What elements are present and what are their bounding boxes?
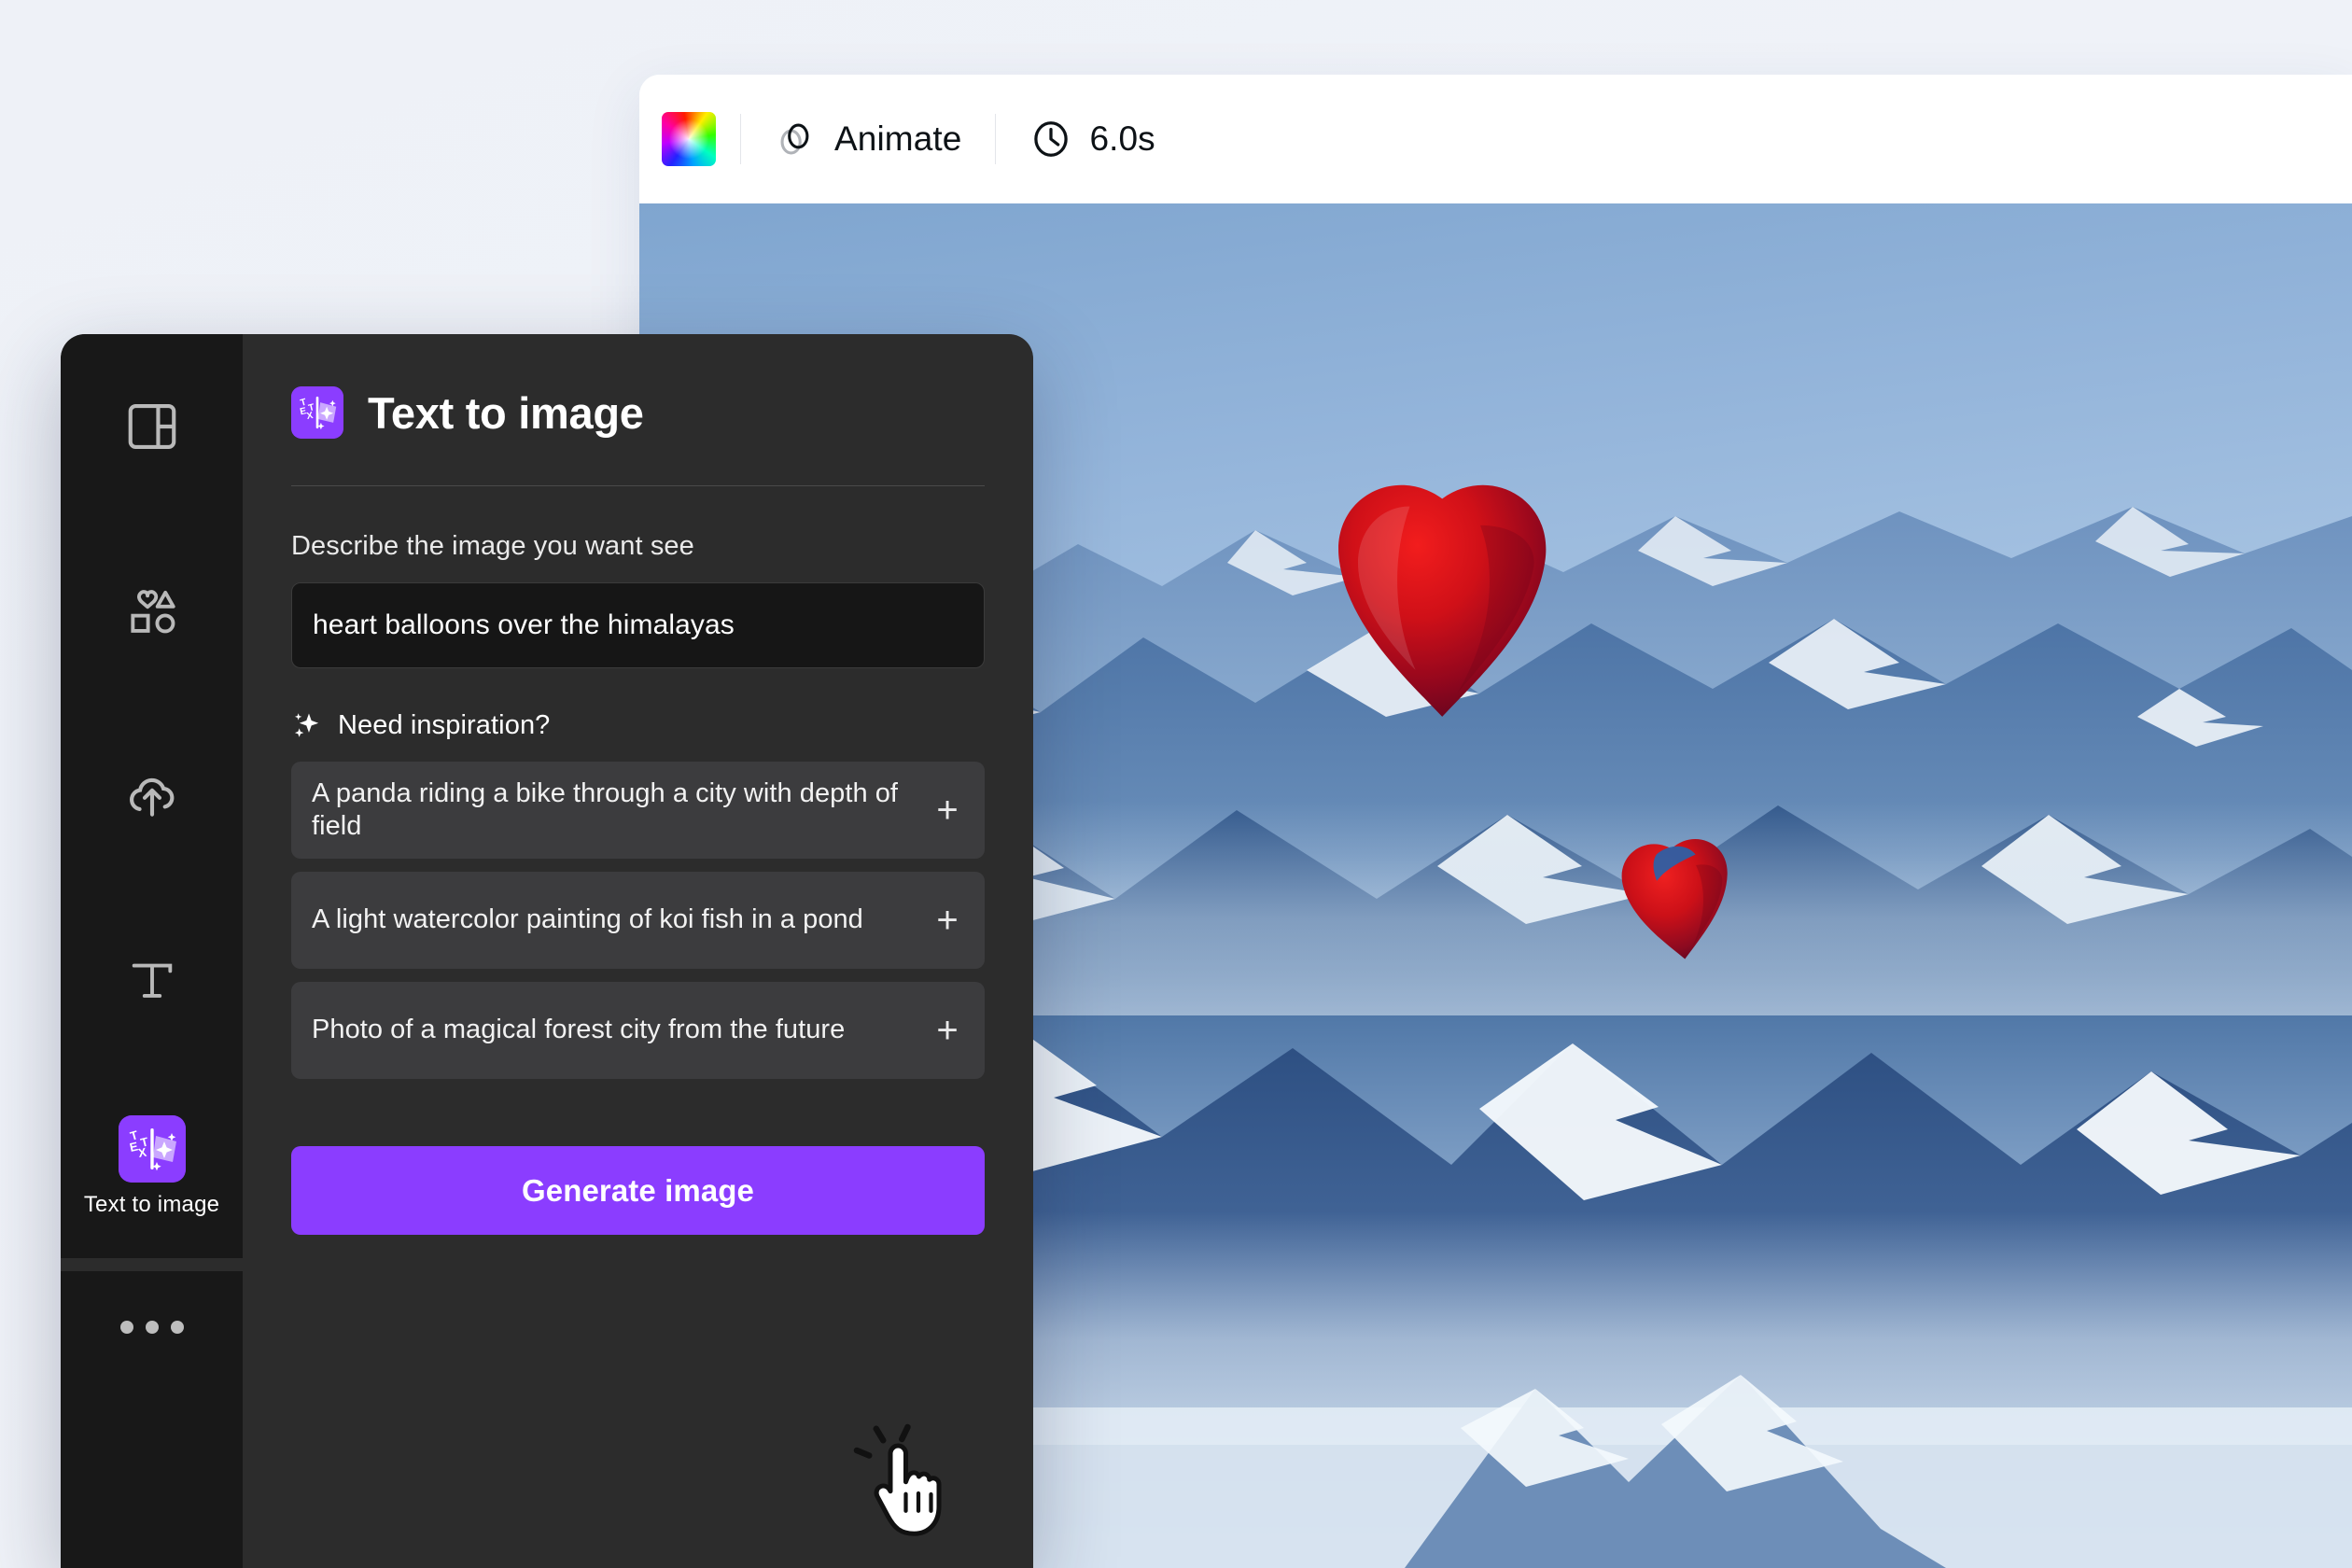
sidebar-divider bbox=[61, 1258, 243, 1271]
sidebar-item-text[interactable] bbox=[61, 889, 243, 1073]
inspiration-label: Need inspiration? bbox=[338, 709, 551, 740]
text-to-image-content: T E X T Text to image Describe the image… bbox=[243, 334, 1033, 1568]
toolbar-divider bbox=[740, 114, 741, 164]
panel-text-to-image-icon: T E X T bbox=[291, 386, 343, 439]
suggestion-text: A light watercolor painting of koi fish … bbox=[312, 904, 863, 935]
editor-sidebar: T E X T Text to image bbox=[61, 334, 243, 1568]
sidebar-item-uploads[interactable] bbox=[61, 704, 243, 889]
duration-label: 6.0s bbox=[1089, 119, 1155, 158]
animate-button[interactable]: Animate bbox=[765, 112, 971, 166]
suggestion-card[interactable]: A light watercolor painting of koi fish … bbox=[291, 872, 985, 969]
page-title: Text to image bbox=[368, 387, 644, 438]
sidebar-item-design[interactable] bbox=[61, 334, 243, 519]
toolbar-divider-2 bbox=[995, 114, 997, 164]
suggestion-text: Photo of a magical forest city from the … bbox=[312, 1015, 846, 1045]
text-to-image-glyph-header: T E X T bbox=[291, 386, 343, 439]
plus-icon[interactable]: + bbox=[923, 791, 972, 829]
animate-label: Animate bbox=[834, 119, 962, 158]
more-dot-3 bbox=[170, 1321, 184, 1334]
suggestion-card[interactable]: A panda riding a bike through a city wit… bbox=[291, 762, 985, 859]
more-dot-1 bbox=[119, 1321, 133, 1334]
suggestion-text: A panda riding a bike through a city wit… bbox=[312, 777, 899, 841]
sparkles-icon bbox=[294, 713, 319, 737]
prompt-input[interactable]: heart balloons over the himalayas bbox=[291, 582, 985, 668]
text-to-image-icon: T E X T bbox=[118, 1115, 186, 1183]
clock-icon bbox=[1034, 121, 1069, 157]
rainbow-color-swatch-icon[interactable] bbox=[662, 112, 716, 166]
sidebar-more-button[interactable] bbox=[61, 1271, 243, 1383]
text-to-image-panel: T E X T Text to image T E X T Text to im… bbox=[61, 334, 1033, 1568]
text-tool-icon bbox=[132, 963, 172, 998]
animate-icon bbox=[780, 123, 809, 155]
suggestion-card[interactable]: Photo of a magical forest city from the … bbox=[291, 982, 985, 1079]
sidebar-item-text-to-image[interactable]: T E X T Text to image bbox=[61, 1073, 243, 1258]
text-to-image-glyph: T E X T bbox=[118, 1115, 186, 1183]
sidebar-item-elements[interactable] bbox=[61, 519, 243, 704]
generate-image-button[interactable]: Generate image bbox=[291, 1146, 985, 1235]
plus-icon[interactable]: + bbox=[923, 1012, 972, 1049]
plus-icon[interactable]: + bbox=[923, 902, 972, 939]
header-divider bbox=[291, 485, 985, 486]
layout-design-icon bbox=[128, 403, 175, 450]
inspiration-header: Need inspiration? bbox=[291, 709, 985, 741]
elements-shapes-icon bbox=[130, 590, 175, 634]
duration-button[interactable]: 6.0s bbox=[1020, 112, 1164, 166]
sidebar-item-text-to-image-label: Text to image bbox=[83, 1192, 220, 1217]
more-dot-2 bbox=[145, 1321, 159, 1334]
panel-header: T E X T Text to image bbox=[291, 386, 985, 439]
generate-image-label: Generate image bbox=[521, 1172, 754, 1208]
sidebar-filler bbox=[61, 1383, 243, 1568]
prompt-input-value: heart balloons over the himalayas bbox=[313, 609, 735, 640]
cloud-upload-icon bbox=[129, 777, 174, 817]
editor-toolbar: Animate 6.0s bbox=[639, 75, 2352, 203]
prompt-label: Describe the image you want see bbox=[291, 531, 694, 561]
